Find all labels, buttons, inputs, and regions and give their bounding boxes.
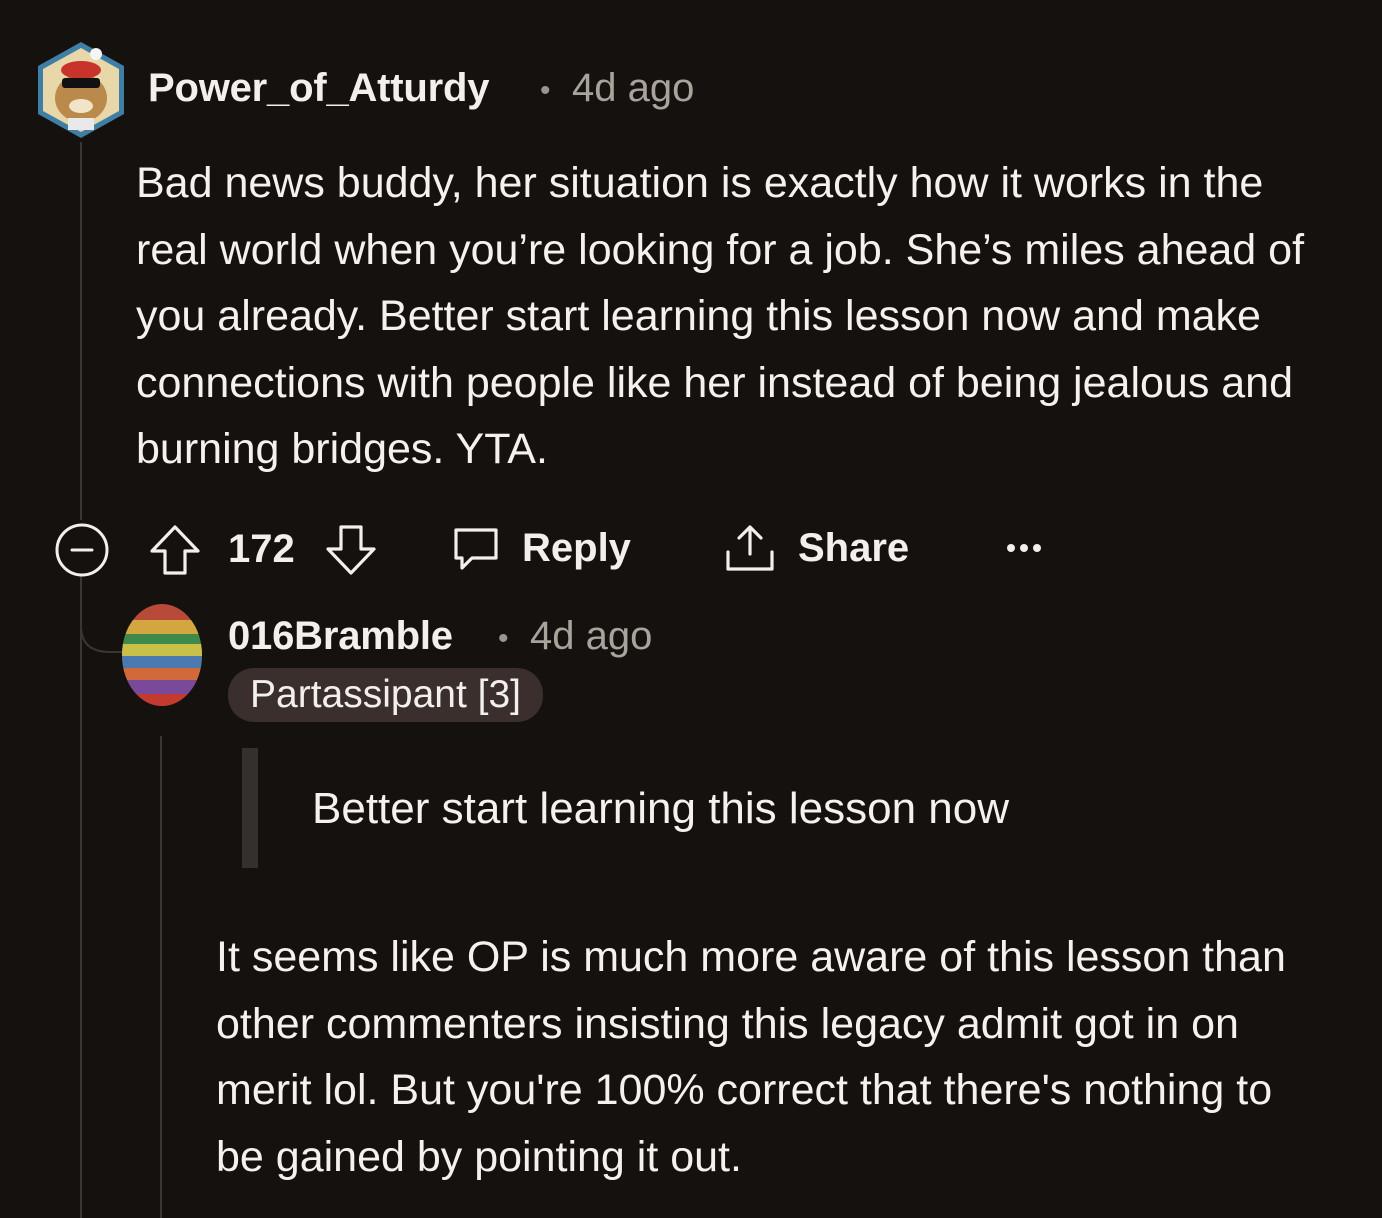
downvote-button[interactable] (324, 524, 378, 576)
share-label: Share (798, 525, 910, 570)
thread-line-main-lower (80, 576, 82, 1218)
comment-author[interactable]: Power_of_Atturdy (148, 66, 489, 111)
reply-button[interactable]: Reply (450, 522, 631, 574)
thread-line-reply (160, 736, 162, 1218)
blockquote-text: Better start learning this lesson now (312, 784, 1010, 833)
more-dots-icon (1007, 544, 1041, 552)
reply-body: It seems like OP is much more aware of t… (216, 933, 1286, 1181)
upvote-arrow-icon (150, 525, 200, 575)
reply-user-avatar[interactable] (120, 602, 204, 708)
upvote-button[interactable] (148, 524, 202, 576)
reply-label: Reply (522, 525, 631, 570)
user-avatar[interactable] (34, 40, 128, 140)
user-flair-badge: Partassipant [3] (228, 668, 543, 722)
comment-body: Bad news buddy, her situation is exactly… (136, 159, 1305, 473)
reply-author[interactable]: 016Bramble (228, 614, 453, 659)
more-options-button[interactable] (1004, 536, 1044, 560)
vote-count: 172 (228, 527, 295, 571)
blockquote-bar (242, 748, 258, 868)
downvote-arrow-icon (326, 525, 376, 575)
reply-bubble-icon (454, 528, 498, 570)
comment-timestamp[interactable]: 4d ago (572, 66, 694, 111)
meta-separator: • (540, 74, 551, 107)
share-icon (726, 525, 774, 571)
thread-line-main (80, 142, 82, 520)
reply-meta-separator: • (498, 622, 509, 655)
share-button[interactable]: Share (724, 522, 909, 574)
collapse-icon (55, 523, 109, 577)
reply-timestamp[interactable]: 4d ago (530, 614, 652, 659)
collapse-thread-button[interactable] (54, 522, 110, 578)
